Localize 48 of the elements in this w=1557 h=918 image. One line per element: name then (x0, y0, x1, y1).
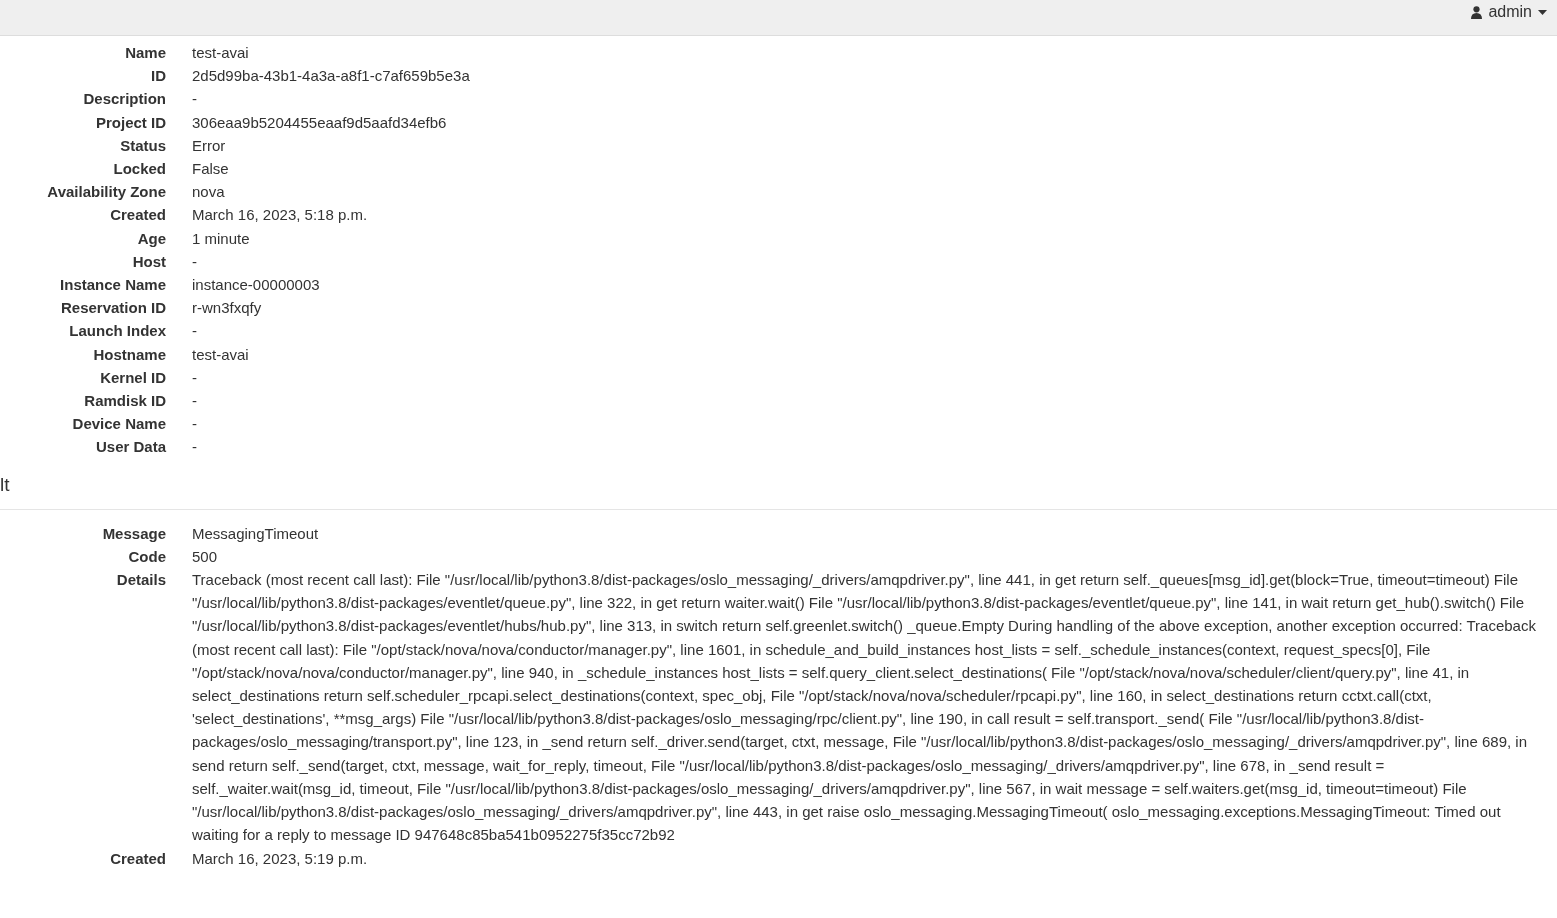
field-value: - (192, 391, 198, 412)
field-label: Locked (112, 159, 166, 179)
field-value: - (192, 89, 198, 110)
field-value: - (192, 321, 198, 342)
field-label: Status (119, 135, 166, 156)
field-label: Hostname (92, 344, 166, 365)
field-value: - (192, 367, 198, 388)
field-label: User Data (94, 437, 166, 458)
field-value: 500 (192, 546, 219, 567)
field-value: nova (192, 182, 226, 203)
field-label: Host (131, 251, 166, 272)
field-value: - (192, 251, 198, 272)
field-label: Device Name (71, 414, 166, 435)
field-value: 2d5d99ba-43b1-4a3a-a8f1-c7af659b5e3a (192, 66, 471, 87)
field-label: Details (115, 570, 166, 591)
user-menu[interactable]: admin (1471, 0, 1557, 20)
field-label: ID (150, 66, 166, 87)
field-label: Instance Name (59, 275, 166, 296)
field-value: MessagingTimeout (192, 523, 320, 544)
field-label: Created (109, 205, 166, 226)
field-value: Traceback (most recent call last): File "/usr/local/lib/python3.8/dist-packages/oslo_messaging/_drivers/amqpdriver.py", line 441, in get return self._queues[msg_id].get(block=True, timeout=timeout) File "/usr/local/lib/python3.8/dist-packages/eventlet/queue.py", line 322, in get return waiter.wait() File "/usr/local/lib/python3.8/dist-packages/eventlet/queue.py", line 141, in wait return get_hub().switch() File "/usr/local/lib/python3.8/dist-packages/eventlet/hubs/hub.py", line 313, in switch return self.greenlet.switch() _queue.Empty During handling of the above exception, another exception occurred: Traceback (most recent call last): File "/opt/stack/nova/nova/conductor/manager.py", line 1601, in schedule_and_build_instances host_lists = self._schedule_instances(context, request_specs[0], File "/opt/stack/nova/nova/conductor/manager.py", line 940, in _schedule_instances host_lists = self.query_client.select_destinations( File "/opt/stack/nova/nova/scheduler/client/query.py", line 41, in select_destinations return self.scheduler_rpcapi.select_destinations(context, spec_obj, File "/opt/stack/nova/nova/scheduler/rpcapi.py", line 160, in select_destinations return cctxt.call(ctxt, 'select_destinations', **msg_args) File "/usr/local/lib/python3.8/dist-packages/oslo_messaging/rpc/client.py", line 190, in call result = self.transport._send( File "/usr/local/lib/python3.8/dist-packages/oslo_messaging/transport.py", line 123, in _send return self._driver.send(target, ctxt, message, File "/usr/local/lib/python3.8/dist-packages/oslo_messaging/_drivers/amqpdriver.py", line 689, in send return self._send(target, ctxt, message, wait_for_reply, timeout, File "/usr/local/lib/python3.8/dist-packages/oslo_messaging/_drivers/amqpdriver.py", line 678, in _send result = self._waiter.wait(msg_id, timeout, File "/usr/local/lib/python3.8/dist-packages/oslo_messaging/_drivers/amqpdriver.py", line 567, in wait message = self.waiters.get(msg_id, timeout=timeout) File "/usr/local/lib/python3.8/dist-packages/oslo_messaging/_drivers/amqpdriver.py", line 443, in get raise oslo_messaging.MessagingTimeout( oslo_messaging.exceptions.MessagingTimeout: Timed out waiting for a reply to message ID 947648c85ba541b0952275f35cc72b92 (192, 570, 1537, 846)
field-value: 306eaa9b5204455eaaf9d5aafd34efb6 (192, 112, 448, 133)
field-value: - (192, 414, 198, 435)
field-value: r-wn3fxqfy (192, 298, 263, 319)
field-value: - (192, 437, 198, 458)
section-heading: lt (0, 472, 11, 497)
field-value: test-avai (192, 344, 250, 365)
field-label: Availability Zone (46, 182, 166, 203)
caret-icon (1538, 9, 1547, 15)
field-label: Code (127, 546, 166, 567)
field-value: 1 minute (192, 228, 251, 249)
field-value: March 16, 2023, 5:18 p.m. (192, 205, 369, 226)
field-label: Kernel ID (99, 367, 166, 388)
field-label: Message (101, 523, 166, 544)
field-label: Description (82, 89, 166, 110)
field-value: False (192, 159, 230, 179)
field-label: Ramdisk ID (83, 391, 166, 412)
field-label: Name (124, 43, 166, 63)
field-value: March 16, 2023, 5:19 p.m. (192, 848, 369, 869)
user-icon (1471, 5, 1483, 19)
field-label: Created (109, 848, 166, 869)
field-label: Launch Index (68, 321, 166, 342)
field-value: instance-00000003 (192, 275, 321, 296)
field-label: Age (136, 228, 166, 249)
field-value: Error (192, 135, 227, 156)
field-value: test-avai (192, 43, 250, 63)
field-label: Project ID (94, 112, 166, 133)
field-label: Reservation ID (59, 298, 166, 319)
